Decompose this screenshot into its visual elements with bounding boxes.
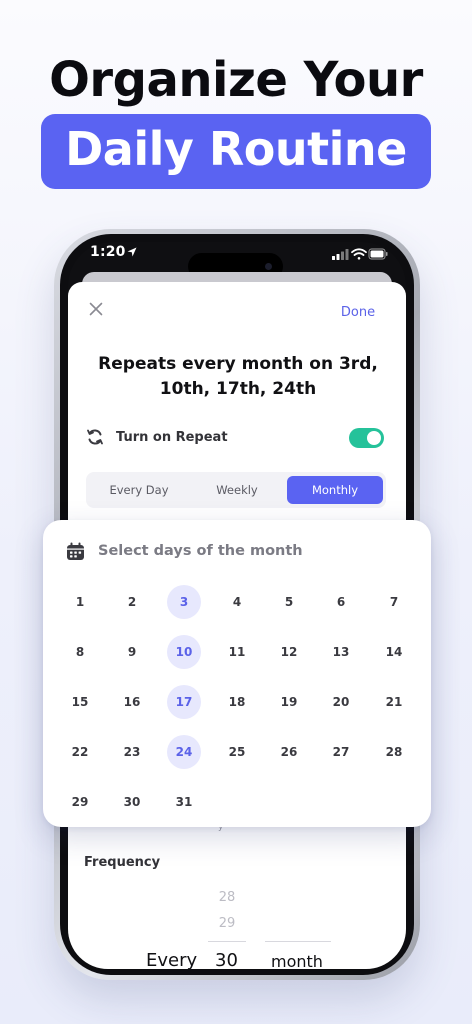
day-cell[interactable]: 8 xyxy=(63,635,97,669)
repeat-toggle[interactable] xyxy=(349,428,384,448)
day-cell[interactable]: 27 xyxy=(324,735,358,769)
day-cell[interactable]: 9 xyxy=(115,635,149,669)
segment-every-day[interactable]: Every Day xyxy=(90,476,188,504)
segment-weekly[interactable]: Weekly xyxy=(188,476,286,504)
battery-icon xyxy=(368,248,388,260)
day-cell[interactable]: 7 xyxy=(377,585,411,619)
day-cell-selected[interactable]: 3 xyxy=(167,585,201,619)
day-cell[interactable]: 25 xyxy=(220,735,254,769)
headline-line-2: Daily Routine xyxy=(65,122,407,176)
day-cell[interactable]: 14 xyxy=(377,635,411,669)
day-cell[interactable]: 23 xyxy=(115,735,149,769)
day-cell[interactable]: 29 xyxy=(63,785,97,819)
headline-line-1: Organize Your xyxy=(49,52,423,108)
day-cell[interactable]: 18 xyxy=(220,685,254,719)
day-cell[interactable]: 16 xyxy=(115,685,149,719)
day-cell[interactable]: 22 xyxy=(63,735,97,769)
day-cell[interactable]: 26 xyxy=(272,735,306,769)
day-cell[interactable]: 2 xyxy=(115,585,149,619)
day-cell[interactable]: 15 xyxy=(63,685,97,719)
status-icons xyxy=(332,248,388,260)
day-cell[interactable]: 5 xyxy=(272,585,306,619)
close-icon[interactable] xyxy=(89,302,103,316)
picker-every-label: Every xyxy=(146,950,198,971)
wifi-icon xyxy=(351,248,367,260)
frequency-label: Frequency xyxy=(84,855,161,870)
picker-divider xyxy=(265,941,331,942)
location-arrow-icon xyxy=(127,247,137,257)
front-camera xyxy=(265,263,272,270)
status-time: 1:20 xyxy=(90,244,126,260)
day-cell[interactable]: 11 xyxy=(220,635,254,669)
toggle-knob xyxy=(367,431,381,445)
day-cell[interactable]: 30 xyxy=(115,785,149,819)
picker-value-above[interactable]: 28 xyxy=(208,890,246,905)
signal-icon xyxy=(332,249,349,260)
day-cell[interactable]: 20 xyxy=(324,685,358,719)
day-cell-selected[interactable]: 24 xyxy=(167,735,201,769)
day-cell[interactable]: 1 xyxy=(63,585,97,619)
day-cell[interactable]: 21 xyxy=(377,685,411,719)
picker-unit[interactable]: month xyxy=(271,952,323,971)
repeat-frequency-segmented-control: Every Day Weekly Monthly xyxy=(86,472,386,508)
repeat-summary-title: Repeats every month on 3rd, 10th, 17th, … xyxy=(98,354,378,399)
day-cell[interactable]: 12 xyxy=(272,635,306,669)
day-cell[interactable]: 19 xyxy=(272,685,306,719)
calendar-icon xyxy=(67,542,84,560)
days-of-month-card xyxy=(43,520,431,827)
segment-monthly[interactable]: Monthly xyxy=(287,476,383,504)
day-cell[interactable]: 31 xyxy=(167,785,201,819)
day-cell[interactable]: 28 xyxy=(377,735,411,769)
turn-on-repeat-label: Turn on Repeat xyxy=(116,430,228,445)
day-cell[interactable]: 6 xyxy=(324,585,358,619)
day-cell[interactable]: 13 xyxy=(324,635,358,669)
done-button[interactable]: Done xyxy=(330,305,386,320)
day-cell-selected[interactable]: 10 xyxy=(167,635,201,669)
repeat-icon xyxy=(87,429,103,445)
day-cell-selected[interactable]: 17 xyxy=(167,685,201,719)
days-card-title: Select days of the month xyxy=(98,543,303,559)
day-cell[interactable]: 4 xyxy=(220,585,254,619)
picker-selected-number[interactable]: 30 xyxy=(215,950,238,971)
picker-value-above[interactable]: 29 xyxy=(208,916,246,931)
picker-divider xyxy=(208,941,246,942)
